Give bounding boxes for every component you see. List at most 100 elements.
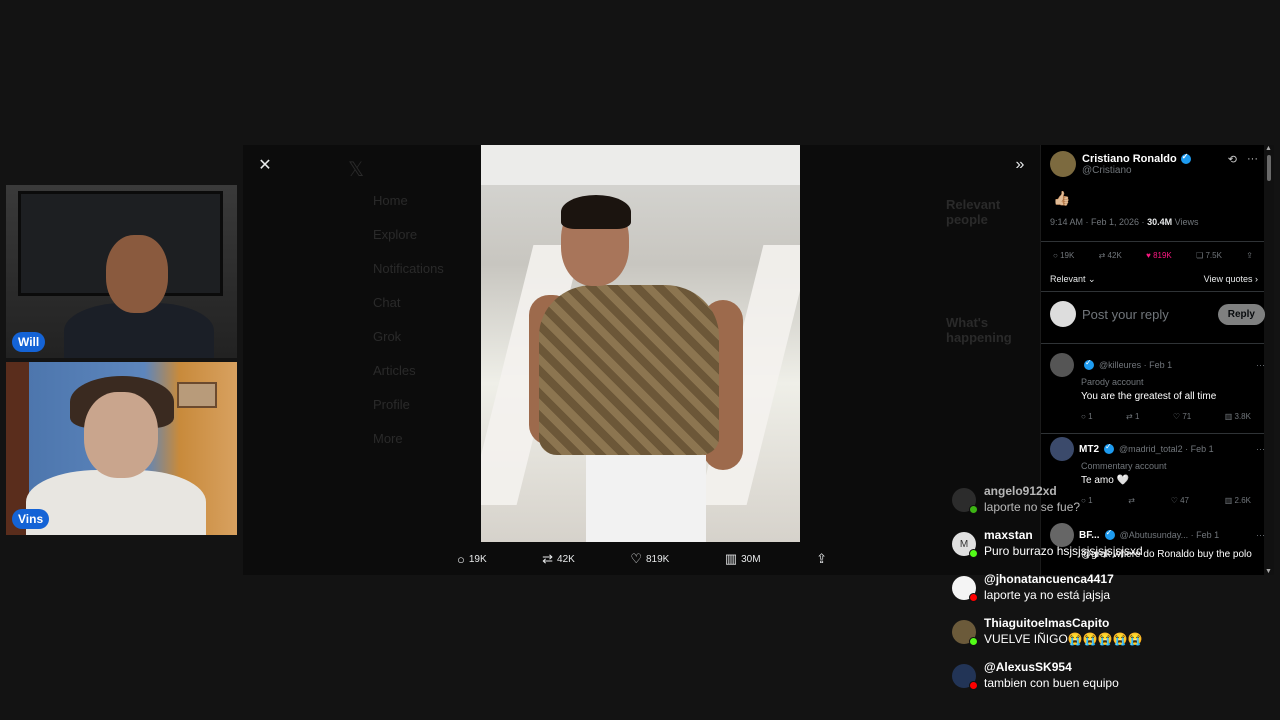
verified-badge-icon <box>1104 442 1114 454</box>
reply-stat[interactable]: ○ 19K <box>1053 251 1074 260</box>
scroll-up-icon[interactable]: ▲ <box>1265 145 1272 152</box>
streamer-body <box>26 470 206 535</box>
like-action[interactable]: ♡ 819K <box>630 551 669 567</box>
whats-happening-heading: What's happening <box>946 315 1012 345</box>
post-timestamp[interactable]: 9:14 AM · Feb 1, 2026 · <box>1050 217 1145 227</box>
author-name[interactable]: Cristiano Ronaldo <box>1082 153 1177 165</box>
reply-author-name[interactable]: MT2 <box>1079 444 1099 455</box>
more-options-icon[interactable]: ··· <box>1256 444 1265 454</box>
like-stat[interactable]: ♥ 819K <box>1146 251 1172 260</box>
kick-platform-icon <box>969 637 978 646</box>
repost-count: 42K <box>557 553 575 565</box>
x-logo-icon: 𝕏 <box>348 159 365 181</box>
reply-avatar[interactable] <box>1050 437 1074 461</box>
reply-action[interactable]: ○ 19K <box>457 552 487 567</box>
verified-badge-icon <box>1084 358 1094 370</box>
divider <box>1041 343 1264 344</box>
post-text: 👍🏼 <box>1053 190 1071 206</box>
chat-avatar <box>952 576 978 602</box>
reply-item[interactable]: @killeures · Feb 1 ··· Parody account You… <box>1050 353 1265 421</box>
photo-shirt <box>539 285 719 455</box>
author-handle[interactable]: @Cristiano <box>1082 165 1191 176</box>
chat-username: angelo912xd <box>984 484 1057 498</box>
nav-grok[interactable]: Grok <box>373 329 401 344</box>
chat-message: @jhonatancuenca4417 laporte ya no está ja… <box>948 572 1260 612</box>
grok-icon[interactable]: ⟲ <box>1228 153 1237 166</box>
webcam-vins: Vins <box>6 362 237 535</box>
nav-home[interactable]: Home <box>373 193 408 208</box>
scroll-down-icon[interactable]: ▼ <box>1265 568 1272 575</box>
views-stat[interactable]: ▥ 3.8K <box>1225 412 1251 421</box>
reply-composer: Post your reply Reply <box>1050 301 1265 327</box>
share-icon: ⇪ <box>816 551 827 566</box>
chat-username: @AlexusSK954 <box>984 660 1072 674</box>
account-label: Parody account <box>1081 377 1144 387</box>
nav-chat[interactable]: Chat <box>373 295 400 310</box>
comment-icon: ○ <box>457 551 465 567</box>
wall-picture <box>177 382 217 408</box>
photo-pants <box>586 455 706 542</box>
reply-handle[interactable]: @killeures · Feb 1 <box>1099 360 1172 370</box>
nav-articles[interactable]: Articles <box>373 363 416 378</box>
close-icon[interactable]: ✕ <box>255 155 275 175</box>
chat-username: ThiaguitoelmasCapito <box>984 616 1110 630</box>
post-view-count: 30.4M <box>1147 217 1173 227</box>
scrollbar[interactable]: ▲ ▼ <box>1264 145 1274 575</box>
repost-icon: ⇄ <box>542 551 554 566</box>
views-action[interactable]: ▥ 30M <box>725 551 761 567</box>
chat-message: @AlexusSK954 tambien con buen equipo <box>948 660 1260 700</box>
divider <box>1041 241 1264 242</box>
bookmark-stat[interactable]: ❏ 7.5K <box>1196 251 1222 260</box>
post-author[interactable]: Cristiano Ronaldo @Cristiano <box>1050 151 1191 177</box>
youtube-platform-icon <box>969 681 978 690</box>
repost-stat[interactable]: ⇄ 42K <box>1099 251 1122 260</box>
nav-notifications[interactable]: Notifications <box>373 261 444 276</box>
webcam-name-tag: Will <box>12 332 46 352</box>
divider <box>1041 433 1264 434</box>
chat-text: laporte no se fue? <box>984 500 1081 514</box>
media-viewer: 𝕏 Home Explore Notifications Chat Grok A… <box>243 145 1040 575</box>
relevant-people-heading: Relevant people <box>946 197 1001 227</box>
user-avatar <box>1050 301 1076 327</box>
chat-message: angelo912xd laporte no se fue? <box>948 484 1260 524</box>
heart-icon: ♡ <box>630 551 642 566</box>
reply-button[interactable]: Reply <box>1217 303 1265 325</box>
reply-avatar[interactable] <box>1050 353 1074 377</box>
reply-stat[interactable]: ○ 1 <box>1081 412 1093 421</box>
post-meta: 9:14 AM · Feb 1, 2026 · 30.4M Views <box>1050 217 1198 227</box>
streamer-head <box>106 235 168 313</box>
nav-more[interactable]: More <box>373 431 403 446</box>
collapse-panel-icon[interactable]: » <box>1010 155 1030 175</box>
scrollbar-thumb[interactable] <box>1267 155 1271 181</box>
reply-input[interactable]: Post your reply <box>1082 307 1212 322</box>
chat-username: maxstan <box>984 528 1033 542</box>
streamer-head <box>84 392 158 478</box>
reply-handle[interactable]: @madrid_total2 · Feb 1 <box>1119 444 1214 454</box>
share-action[interactable]: ⇪ <box>816 551 827 567</box>
chat-avatar <box>952 620 978 646</box>
chat-avatar <box>952 664 978 690</box>
nav-explore[interactable]: Explore <box>373 227 417 242</box>
reply-text: You are the greatest of all time <box>1081 391 1217 402</box>
reply-sort-dropdown[interactable]: Relevant ⌄ <box>1050 274 1096 285</box>
divider <box>1041 291 1264 292</box>
repost-stat[interactable]: ⇄ 1 <box>1126 412 1139 421</box>
more-options-icon[interactable]: ··· <box>1247 153 1258 166</box>
chat-avatar: M <box>952 532 978 558</box>
like-stat[interactable]: ♡ 71 <box>1173 412 1191 421</box>
bar-chart-icon: ▥ <box>724 551 738 566</box>
media-action-bar: ○ 19K ⇄ 42K ♡ 819K ▥ 30M ⇪ <box>457 549 827 569</box>
chat-username: @jhonatancuenca4417 <box>984 572 1114 586</box>
post-photo[interactable] <box>481 145 800 542</box>
chat-message: ThiaguitoelmasCapito VUELVE IÑIGO😭😭😭😭😭 <box>948 616 1260 656</box>
author-avatar[interactable] <box>1050 151 1076 177</box>
view-quotes-link[interactable]: View quotes › <box>1204 274 1258 284</box>
chat-text: laporte ya no está jajsja <box>984 588 1111 602</box>
repost-action[interactable]: ⇄ 42K <box>542 551 575 567</box>
reply-count: 19K <box>468 553 487 565</box>
nav-profile[interactable]: Profile <box>373 397 410 412</box>
share-icon[interactable]: ⇪ <box>1246 251 1253 260</box>
photo-hair <box>561 195 631 229</box>
more-options-icon[interactable]: ··· <box>1256 360 1265 370</box>
post-views-label: Views <box>1174 217 1199 227</box>
